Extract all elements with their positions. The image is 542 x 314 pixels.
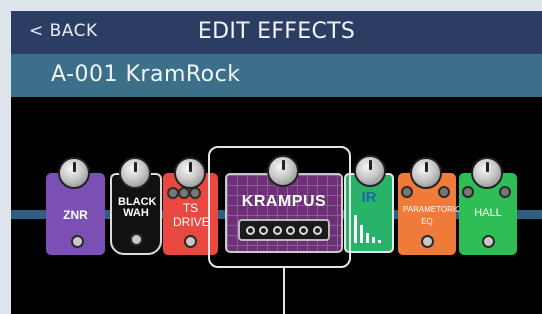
knob-icon[interactable] — [410, 157, 442, 189]
selection-pointer — [283, 268, 285, 314]
effect-label-parametric-eq: PARAMETORIC EQ — [403, 205, 461, 226]
footswitch-icon — [421, 235, 434, 248]
knob-icon[interactable] — [58, 157, 90, 189]
page-title: EDIT EFFECTS — [197, 19, 356, 44]
effect-label-hall: HALL — [474, 207, 502, 219]
led-icon — [499, 186, 511, 198]
patch-bar[interactable]: A-001 KramRock — [11, 54, 542, 97]
led-icon — [462, 186, 474, 198]
footswitch-icon — [130, 233, 143, 246]
knob-icon[interactable] — [354, 155, 386, 187]
footswitch-icon — [482, 235, 495, 248]
selected-effect-frame — [208, 146, 351, 268]
knob-icon[interactable] — [174, 157, 206, 189]
led-icon — [438, 186, 450, 198]
led-icon — [401, 186, 413, 198]
ir-graph-icon — [354, 215, 381, 243]
patch-name: A-001 KramRock — [51, 62, 241, 87]
effect-label-znr: ZNR — [63, 208, 88, 222]
effect-label-ir: IR — [361, 189, 377, 206]
footswitch-icon — [184, 235, 197, 248]
knob-icon[interactable] — [119, 157, 151, 189]
header-bar: < BACK EDIT EFFECTS — [11, 11, 542, 54]
edit-effects-screen: < BACK EDIT EFFECTS A-001 KramRock ZNR B… — [0, 0, 542, 314]
effect-label-black-wah: BLACK WAH — [118, 196, 157, 219]
knob-icon[interactable] — [471, 157, 503, 189]
footswitch-icon — [71, 235, 84, 248]
